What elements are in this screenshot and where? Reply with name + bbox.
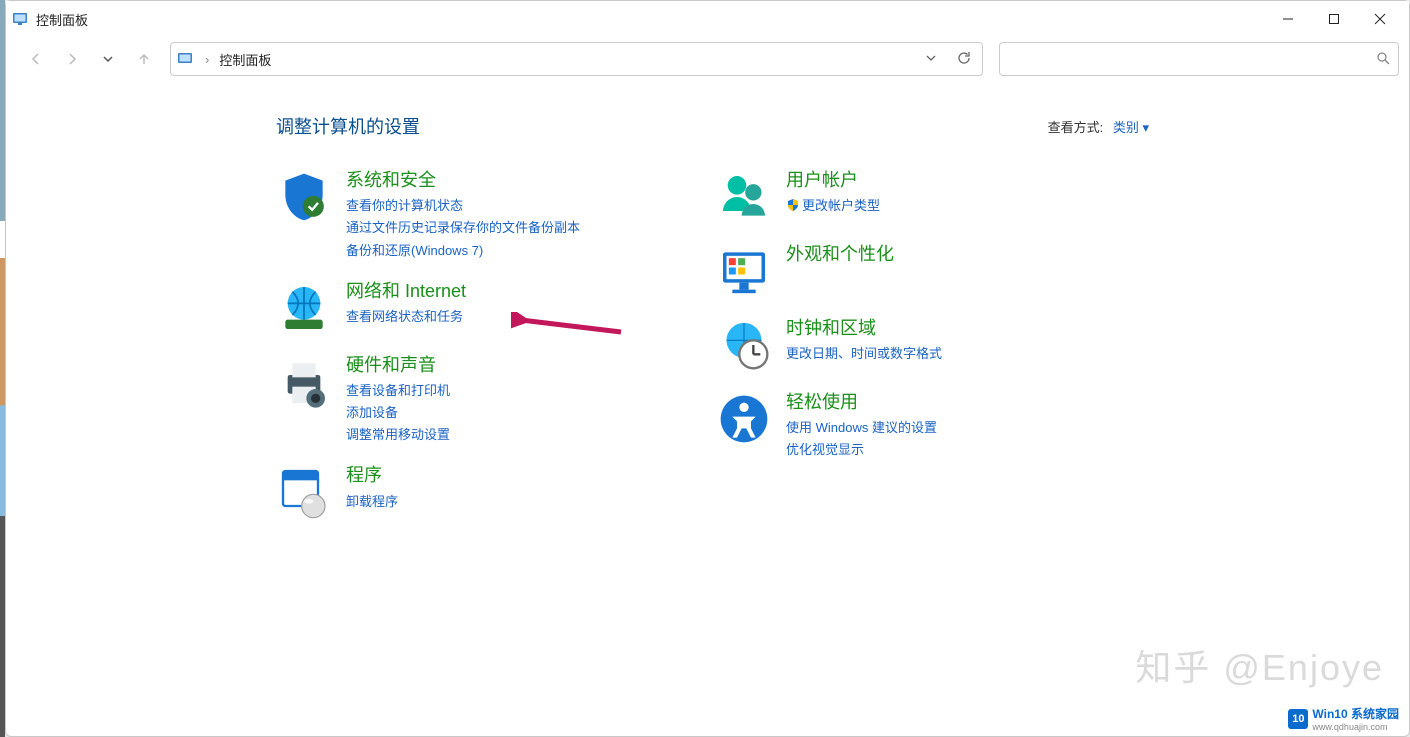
category-title[interactable]: 外观和个性化 — [786, 243, 894, 266]
search-icon — [1376, 51, 1390, 68]
watermark-site-icon: 10 — [1288, 709, 1308, 729]
category-link[interactable]: 查看网络状态和任务 — [346, 306, 466, 328]
uac-shield-icon — [786, 197, 800, 211]
category-column-right: 用户帐户更改帐户类型外观和个性化时钟和区域更改日期、时间或数字格式轻松使用使用 … — [716, 169, 1076, 538]
category-link[interactable]: 更改日期、时间或数字格式 — [786, 343, 942, 365]
category-title[interactable]: 用户帐户 — [786, 169, 880, 192]
address-icon — [177, 51, 193, 67]
category-item: 轻松使用使用 Windows 建议的设置优化视觉显示 — [716, 391, 1076, 462]
category-link[interactable]: 查看设备和打印机 — [346, 380, 450, 402]
category-link[interactable]: 备份和还原(Windows 7) — [346, 240, 580, 262]
category-item: 程序卸载程序 — [276, 464, 636, 520]
category-title[interactable]: 系统和安全 — [346, 169, 580, 192]
globe-icon — [276, 280, 332, 336]
category-column-left: 系统和安全查看你的计算机状态通过文件历史记录保存你的文件备份副本备份和还原(Wi… — [276, 169, 636, 538]
category-link[interactable]: 卸载程序 — [346, 491, 398, 513]
category-item: 系统和安全查看你的计算机状态通过文件历史记录保存你的文件备份副本备份和还原(Wi… — [276, 169, 636, 262]
content-header: 调整计算机的设置 查看方式: 类别 ▾ — [276, 113, 1379, 139]
view-by: 查看方式: 类别 ▾ — [1048, 117, 1149, 136]
search-box[interactable] — [999, 42, 1399, 76]
category-link[interactable]: 调整常用移动设置 — [346, 424, 450, 446]
watermark-site: 10 Win10 系统家园 www.qdhuajin.com — [1288, 705, 1399, 732]
category-title[interactable]: 时钟和区域 — [786, 317, 942, 340]
category-title[interactable]: 网络和 Internet — [346, 280, 466, 303]
page-title: 调整计算机的设置 — [276, 113, 420, 139]
close-button[interactable] — [1357, 1, 1403, 37]
watermark-zhihu: 知乎 @Enjoye — [1135, 639, 1384, 691]
viewby-dropdown[interactable]: 类别 ▾ — [1113, 120, 1149, 135]
clock-icon — [716, 317, 772, 373]
window-controls — [1265, 1, 1403, 37]
category-title[interactable]: 轻松使用 — [786, 391, 937, 414]
address-bar[interactable]: › 控制面板 — [170, 42, 983, 76]
search-input[interactable] — [1008, 52, 1376, 67]
up-button[interactable] — [128, 43, 160, 75]
category-item: 外观和个性化 — [716, 243, 1076, 299]
category-title[interactable]: 硬件和声音 — [346, 354, 450, 377]
navigation-bar: › 控制面板 — [6, 37, 1409, 81]
category-item: 时钟和区域更改日期、时间或数字格式 — [716, 317, 1076, 373]
category-item: 硬件和声音查看设备和打印机添加设备调整常用移动设置 — [276, 354, 636, 447]
forward-button[interactable] — [56, 43, 88, 75]
breadcrumb-segment[interactable]: 控制面板 — [215, 48, 275, 71]
category-link[interactable]: 更改帐户类型 — [786, 195, 880, 217]
window-title: 控制面板 — [36, 10, 88, 29]
category-link[interactable]: 使用 Windows 建议的设置 — [786, 417, 937, 439]
category-link[interactable]: 通过文件历史记录保存你的文件备份副本 — [346, 217, 580, 239]
ease-icon — [716, 391, 772, 447]
category-title[interactable]: 程序 — [346, 464, 398, 487]
address-dropdown[interactable] — [920, 47, 942, 72]
category-link[interactable]: 查看你的计算机状态 — [346, 195, 580, 217]
back-button[interactable] — [20, 43, 52, 75]
program-icon — [276, 464, 332, 520]
control-panel-icon — [12, 11, 28, 27]
content-area: 调整计算机的设置 查看方式: 类别 ▾ 系统和安全查看你的计算机状态通过文件历史… — [6, 81, 1409, 736]
recent-dropdown[interactable] — [92, 43, 124, 75]
category-item: 网络和 Internet 查看网络状态和任务 — [276, 280, 636, 336]
minimize-button[interactable] — [1265, 1, 1311, 37]
display-icon — [716, 243, 772, 299]
user-icon — [716, 169, 772, 225]
shield-icon — [276, 169, 332, 225]
viewby-label: 查看方式: — [1048, 120, 1104, 135]
control-panel-window: 控制面板 › 控制面板 调整计算机的设置 — [5, 0, 1410, 737]
category-columns: 系统和安全查看你的计算机状态通过文件历史记录保存你的文件备份副本备份和还原(Wi… — [276, 169, 1379, 538]
category-item: 用户帐户更改帐户类型 — [716, 169, 1076, 225]
category-link[interactable]: 添加设备 — [346, 402, 450, 424]
category-link[interactable]: 优化视觉显示 — [786, 439, 937, 461]
printer-icon — [276, 354, 332, 410]
breadcrumb-separator: › — [205, 52, 209, 67]
refresh-button[interactable] — [952, 46, 976, 73]
titlebar: 控制面板 — [6, 1, 1409, 37]
maximize-button[interactable] — [1311, 1, 1357, 37]
